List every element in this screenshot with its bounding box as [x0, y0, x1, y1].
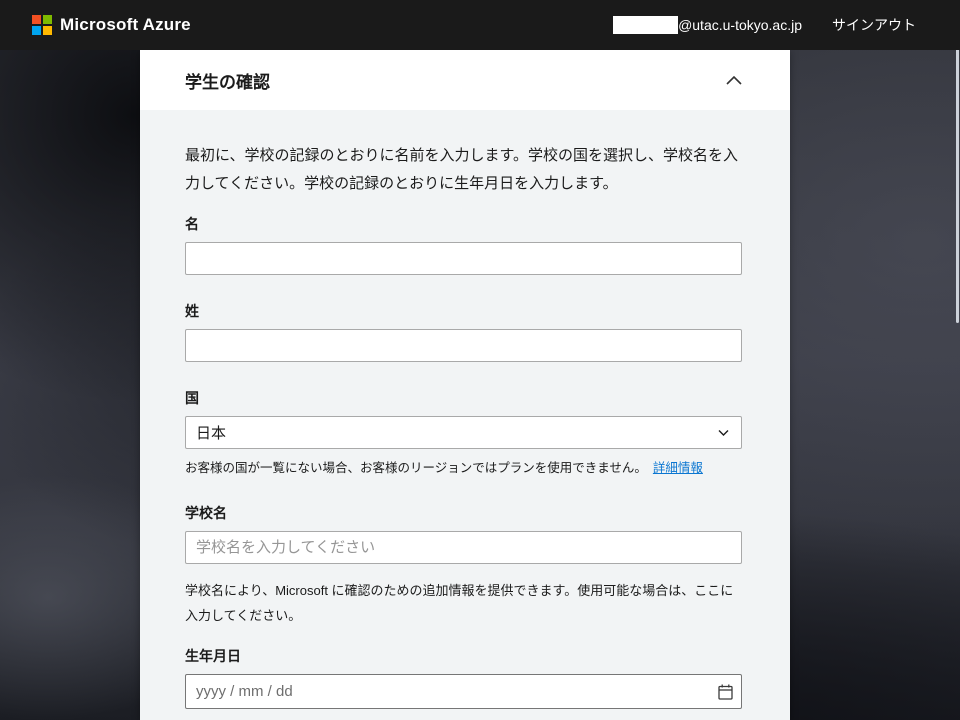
country-label: 国	[185, 388, 742, 408]
top-bar: Microsoft Azure @utac.u-tokyo.ac.jp サインア…	[0, 0, 960, 50]
chevron-up-icon[interactable]	[726, 76, 742, 85]
country-field: 国 日本 お客様の国が一覧にない場合、お客様のリージョンではプランを使用できませ…	[185, 388, 742, 477]
scrollbar[interactable]	[956, 45, 959, 323]
sign-out-button[interactable]: サインアウト	[832, 15, 916, 35]
account-email-domain: @utac.u-tokyo.ac.jp	[678, 17, 802, 33]
school-name-input[interactable]	[185, 531, 742, 564]
intro-text: 最初に、学校の記録のとおりに名前を入力します。学校の国を選択し、学校名を入力して…	[185, 142, 742, 198]
student-verification-panel: 学生の確認 最初に、学校の記録のとおりに名前を入力します。学校の国を選択し、学校…	[140, 50, 790, 720]
account-area: @utac.u-tokyo.ac.jp サインアウト	[613, 15, 916, 35]
country-hint-text: お客様の国が一覧にない場合、お客様のリージョンではプランを使用できません。	[185, 461, 647, 475]
country-select[interactable]: 日本	[185, 416, 742, 449]
brand-title: Microsoft Azure	[60, 15, 191, 35]
logo-square-yellow	[43, 26, 52, 35]
country-hint: お客様の国が一覧にない場合、お客様のリージョンではプランを使用できません。詳細情…	[185, 459, 742, 477]
birth-date-field: 生年月日	[185, 646, 742, 709]
logo-square-green	[43, 15, 52, 24]
logo-square-blue	[32, 26, 41, 35]
first-name-field: 名	[185, 214, 742, 275]
calendar-icon[interactable]	[718, 684, 733, 700]
brand-azure: Azure	[138, 15, 191, 34]
panel-header: 学生の確認	[140, 50, 790, 110]
birth-date-wrap	[185, 674, 742, 709]
birth-date-label: 生年月日	[185, 646, 742, 666]
birth-date-input[interactable]	[185, 674, 742, 709]
country-selected-value: 日本	[196, 422, 226, 443]
school-name-hint: 学校名により、Microsoft に確認のための追加情報を提供できます。使用可能…	[185, 578, 742, 628]
panel-title: 学生の確認	[185, 68, 270, 93]
school-name-field: 学校名 学校名により、Microsoft に確認のための追加情報を提供できます。…	[185, 503, 742, 628]
redacted-username	[613, 16, 678, 34]
school-name-label: 学校名	[185, 503, 742, 523]
learn-more-link[interactable]: 詳細情報	[653, 461, 703, 475]
last-name-label: 姓	[185, 301, 742, 321]
first-name-input[interactable]	[185, 242, 742, 275]
last-name-field: 姓	[185, 301, 742, 362]
logo-square-red	[32, 15, 41, 24]
brand-microsoft: Microsoft	[60, 15, 138, 34]
chevron-down-icon	[718, 429, 729, 436]
microsoft-logo-icon	[32, 15, 52, 35]
first-name-label: 名	[185, 214, 742, 234]
brand: Microsoft Azure	[32, 15, 191, 35]
last-name-input[interactable]	[185, 329, 742, 362]
panel-body: 最初に、学校の記録のとおりに名前を入力します。学校の国を選択し、学校名を入力して…	[140, 110, 790, 720]
